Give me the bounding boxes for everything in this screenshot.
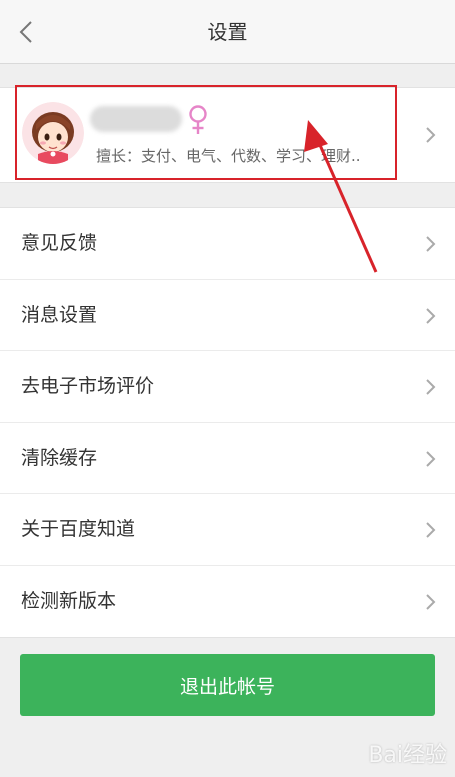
menu-item-label: 清除缓存 <box>21 446 98 469</box>
chevron-right-icon <box>426 379 436 395</box>
chevron-right-icon <box>426 522 436 538</box>
menu-item-label: 意见反馈 <box>21 232 98 254</box>
menu-item-about[interactable]: 关于百度知道 <box>0 494 455 566</box>
chevron-right-icon <box>426 593 436 610</box>
logout-button[interactable]: 退出此帐号 <box>20 654 435 716</box>
highlight-frame <box>15 85 397 180</box>
settings-list: 意见反馈 消息设置 去电子市场评价 清除缓存 关于百度知道 检测新版本 <box>0 207 455 638</box>
chevron-right-icon <box>426 307 436 324</box>
menu-item-label: 去电子市场评价 <box>21 375 155 397</box>
menu-item-rate-app[interactable]: 去电子市场评价 <box>0 351 455 423</box>
page-title: 设置 <box>207 20 248 44</box>
menu-item-label: 关于百度知道 <box>21 518 136 540</box>
chevron-right-icon <box>426 236 436 252</box>
menu-item-clear-cache[interactable]: 清除缓存 <box>0 423 455 494</box>
chevron-right-icon <box>426 450 436 467</box>
chevron-right-icon <box>426 127 436 143</box>
menu-item-label: 消息设置 <box>21 303 98 326</box>
menu-item-check-update[interactable]: 检测新版本 <box>0 566 455 638</box>
menu-item-notifications[interactable]: 消息设置 <box>0 280 455 351</box>
watermark: Bai经验 <box>368 743 447 768</box>
menu-item-feedback[interactable]: 意见反馈 <box>0 208 455 280</box>
top-bar: 设置 <box>0 0 455 64</box>
profile-card[interactable]: 擅长：支付、电气、代数、学习、理财.. <box>0 85 455 183</box>
menu-item-label: 检测新版本 <box>21 589 117 612</box>
